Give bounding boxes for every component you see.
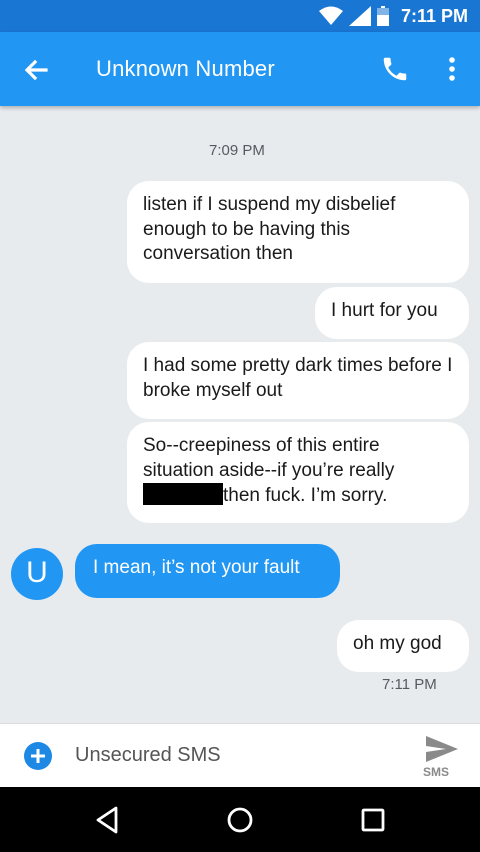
message-text: then fuck. I’m sorry. (223, 485, 388, 506)
send-mode-label: SMS (423, 765, 450, 779)
system-nav-bar (0, 787, 480, 852)
status-time: 7:11 PM (400, 5, 468, 26)
phone-call-icon[interactable] (380, 54, 410, 84)
wifi-icon (318, 6, 343, 25)
status-icons: 7:11 PM (318, 5, 468, 27)
message-bubble-incoming[interactable]: listen if I suspend my disbelief enough … (127, 181, 469, 283)
message-bubble-incoming[interactable]: oh my god (337, 620, 469, 672)
message-bubble-incoming[interactable]: I hurt for you (315, 287, 469, 339)
redaction-box (143, 483, 223, 505)
add-attachment-icon[interactable] (24, 742, 52, 770)
nav-back-icon[interactable] (93, 805, 123, 835)
plus-icon (31, 749, 45, 763)
message-bubble-incoming[interactable]: So--creepiness of this entire situation … (127, 422, 469, 523)
message-text: So--creepiness of this entire situation … (143, 435, 395, 481)
message-composer: Unsecured SMS SMS (0, 723, 480, 788)
more-options-icon[interactable] (440, 54, 464, 84)
back-arrow-icon[interactable] (20, 54, 52, 86)
conversation-title: Unknown Number (96, 56, 275, 81)
status-bar: 7:11 PM (0, 0, 480, 32)
signal-icon (348, 6, 371, 26)
message-bubble-incoming[interactable]: I had some pretty dark times before I br… (127, 342, 469, 419)
timestamp: 7:09 PM (209, 142, 265, 159)
contact-avatar[interactable]: U (11, 548, 63, 600)
message-list[interactable]: 7:09 PM listen if I suspend my disbelief… (0, 106, 480, 723)
timestamp: 7:11 PM (382, 676, 437, 693)
nav-home-icon[interactable] (225, 805, 255, 835)
message-input[interactable]: Unsecured SMS (75, 744, 221, 767)
message-bubble-outgoing[interactable]: I mean, it’s not your fault (75, 544, 340, 598)
battery-icon (376, 6, 389, 26)
app-bar: Unknown Number (0, 32, 480, 106)
nav-recents-icon[interactable] (358, 805, 388, 835)
